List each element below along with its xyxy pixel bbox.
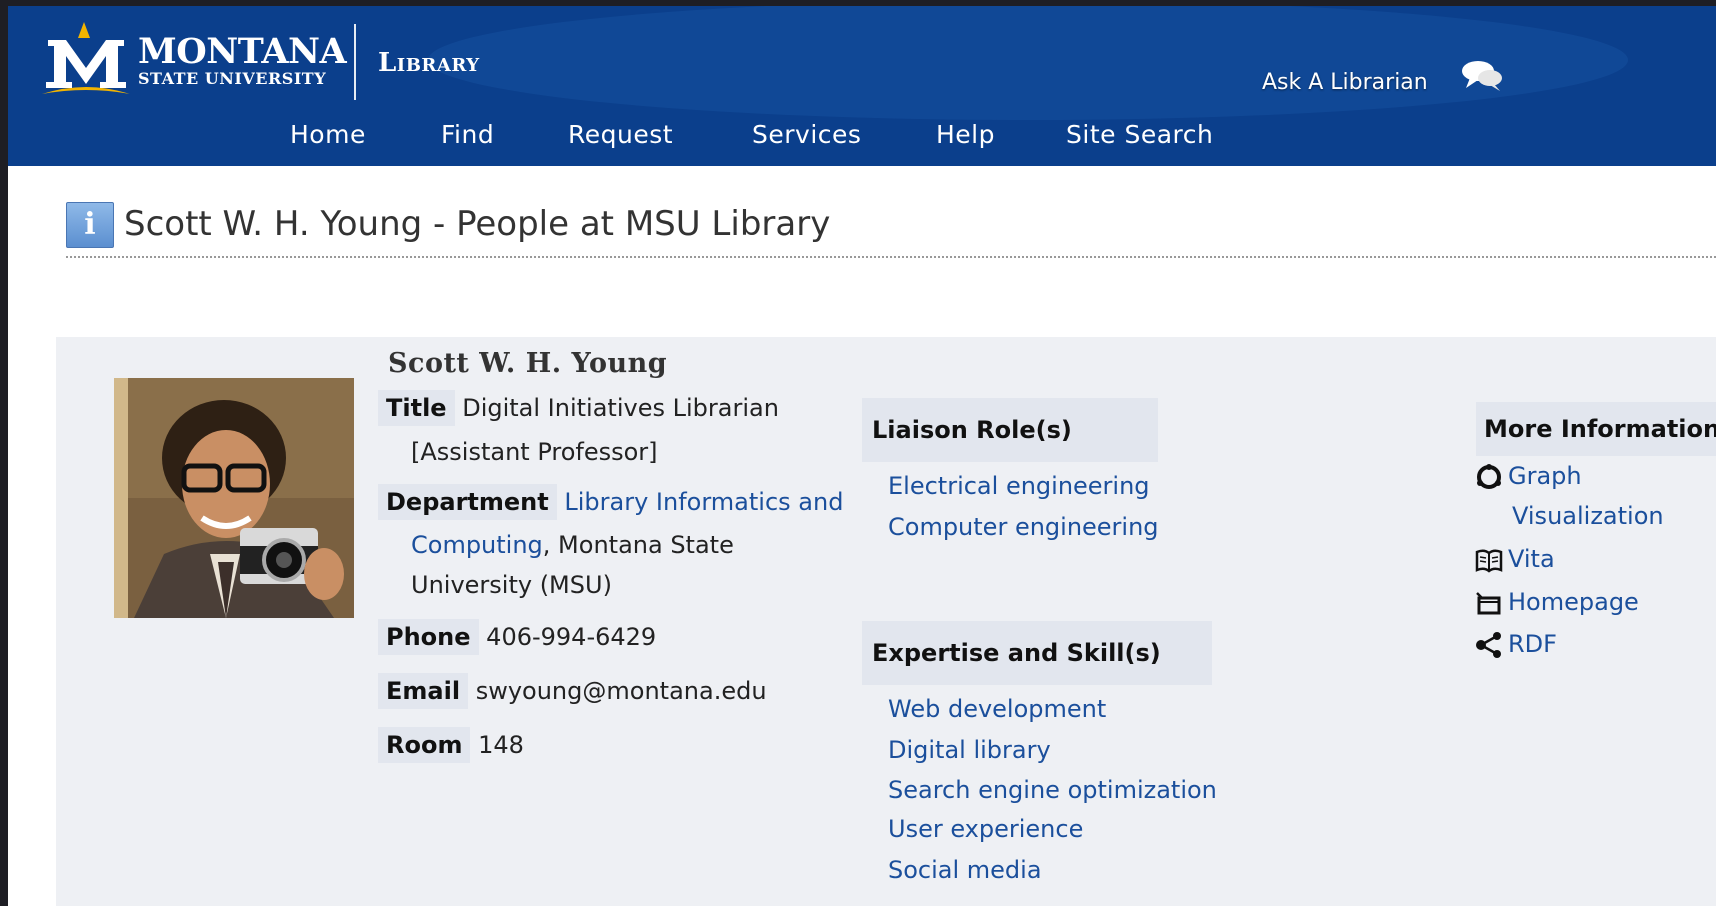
msu-logo[interactable] (38, 20, 134, 98)
expertise-item-seo[interactable]: Search engine optimization (888, 776, 1217, 804)
banner-swoosh (428, 6, 1628, 120)
liaison-heading: Liaison Role(s) (862, 398, 1158, 462)
room-label: Room (378, 727, 471, 763)
department-field: Department Library Informatics and (378, 484, 843, 520)
graph-link-label-cont[interactable]: Visualization (1512, 502, 1664, 530)
site-banner: MONTANA STATE UNIVERSITY Library Ask A L… (8, 6, 1716, 166)
ask-a-librarian-link[interactable]: Ask A Librarian (1262, 70, 1428, 95)
nav-help[interactable]: Help (936, 120, 995, 149)
page-frame: MONTANA STATE UNIVERSITY Library Ask A L… (8, 6, 1716, 906)
email-value[interactable]: swyoung@montana.edu (476, 677, 767, 705)
more-info-heading: More Information (1476, 402, 1716, 456)
title-divider (66, 256, 1716, 258)
book-icon (1474, 546, 1504, 574)
liaison-item-electrical[interactable]: Electrical engineering (888, 472, 1150, 500)
vita-link-label[interactable]: Vita (1508, 545, 1555, 573)
expertise-item-ux[interactable]: User experience (888, 815, 1083, 843)
vita-link[interactable]: Vita (1474, 545, 1555, 574)
department-value-cont: Computing, Montana State (411, 531, 734, 559)
email-field: Email swyoung@montana.edu (378, 673, 767, 709)
title-label: Title (378, 390, 455, 426)
page-title: Scott W. H. Young - People at MSU Librar… (124, 204, 831, 244)
graph-visualization-link[interactable]: Graph (1474, 462, 1582, 491)
department-value-cont-2: University (MSU) (411, 571, 612, 599)
rdf-link[interactable]: RDF (1474, 630, 1557, 659)
main-nav: Home Find Request Services Help Site Sea… (8, 114, 1716, 166)
expertise-item-web[interactable]: Web development (888, 695, 1106, 723)
department-rest: , Montana State (542, 531, 734, 559)
rdf-link-label[interactable]: RDF (1508, 630, 1557, 658)
title-field: Title Digital Initiatives Librarian (378, 390, 779, 426)
nav-find[interactable]: Find (441, 120, 494, 149)
brand-name: MONTANA (138, 31, 347, 72)
nav-home[interactable]: Home (290, 120, 366, 149)
graph-link-label[interactable]: Graph (1508, 462, 1582, 490)
library-label[interactable]: Library (378, 48, 480, 78)
phone-field: Phone 406-994-6429 (378, 619, 656, 655)
department-link[interactable]: Library Informatics and (564, 488, 843, 516)
person-name: Scott W. H. Young (388, 348, 668, 379)
email-label: Email (378, 673, 469, 709)
title-value-cont: [Assistant Professor] (411, 438, 658, 466)
expertise-item-social[interactable]: Social media (888, 856, 1042, 884)
expertise-heading: Expertise and Skill(s) (862, 621, 1212, 685)
title-value: Digital Initiatives Librarian (462, 394, 779, 422)
profile-photo (114, 378, 354, 618)
room-value: 148 (478, 731, 524, 759)
department-link-cont[interactable]: Computing (411, 531, 543, 559)
homepage-link[interactable]: Homepage (1474, 588, 1639, 617)
homepage-icon (1474, 589, 1504, 617)
brand-subname: STATE UNIVERSITY (138, 69, 327, 88)
expertise-item-digital-library[interactable]: Digital library (888, 736, 1051, 764)
room-field: Room 148 (378, 727, 524, 763)
logo-divider (354, 24, 356, 100)
graph-icon (1474, 463, 1504, 491)
phone-value: 406-994-6429 (486, 623, 657, 651)
msu-wordmark: MONTANA STATE UNIVERSITY (138, 31, 347, 88)
phone-label: Phone (378, 619, 479, 655)
nav-site-search[interactable]: Site Search (1066, 120, 1213, 149)
homepage-link-label[interactable]: Homepage (1508, 588, 1639, 616)
liaison-item-computer[interactable]: Computer engineering (888, 513, 1159, 541)
nav-services[interactable]: Services (752, 120, 861, 149)
nav-request[interactable]: Request (568, 120, 673, 149)
chat-bubble-icon[interactable] (1460, 58, 1504, 98)
info-icon: i (66, 202, 114, 248)
share-icon (1474, 631, 1504, 659)
department-label: Department (378, 484, 557, 520)
